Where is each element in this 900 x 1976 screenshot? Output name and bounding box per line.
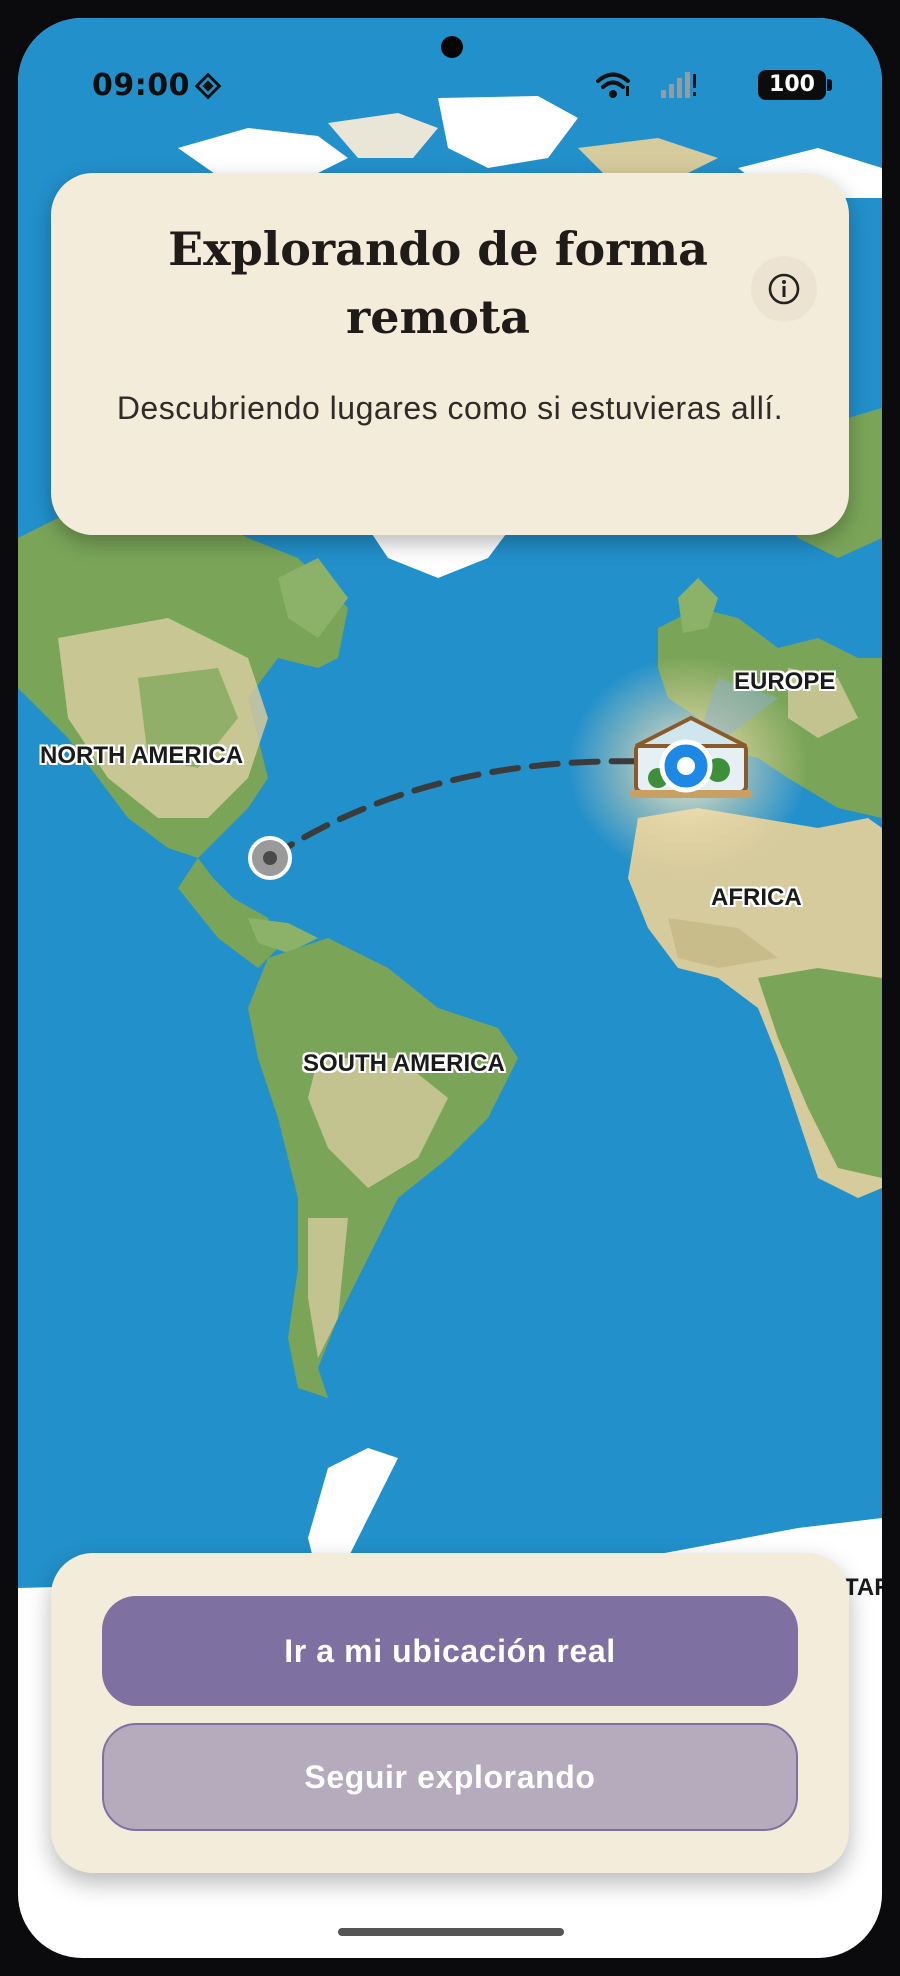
info-button[interactable] — [751, 256, 817, 322]
wifi-icon — [595, 70, 631, 104]
info-card-title: Explorando de forma remota — [168, 222, 708, 344]
device-frame: NORTH AMERICA EUROPE AFRICA SOUTH AMERIC… — [0, 0, 900, 1976]
origin-marker[interactable] — [248, 836, 292, 880]
battery-icon: 100 — [758, 70, 832, 100]
diamond-icon — [194, 72, 222, 104]
home-indicator[interactable] — [338, 1928, 564, 1936]
info-icon — [768, 273, 800, 305]
battery-level: 100 — [769, 72, 815, 97]
label-europe: EUROPE — [734, 668, 836, 695]
signal-icon — [659, 70, 699, 104]
front-camera — [441, 36, 463, 58]
keep-exploring-button[interactable]: Seguir explorando — [102, 1723, 798, 1831]
destination-marker[interactable] — [659, 739, 713, 793]
action-sheet: Ir a mi ubicación real Seguir explorando — [51, 1553, 849, 1873]
screen: NORTH AMERICA EUROPE AFRICA SOUTH AMERIC… — [18, 18, 882, 1958]
label-antarctica-partial: TAR — [844, 1574, 882, 1601]
label-africa: AFRICA — [711, 884, 802, 911]
status-bar: 09:00 100 — [18, 18, 882, 118]
label-south-america: SOUTH AMERICA — [303, 1050, 505, 1077]
info-card-subtitle: Descubriendo lugares como si estuvieras … — [116, 390, 784, 426]
label-north-america: NORTH AMERICA — [40, 742, 244, 769]
info-card: Explorando de forma remota Descubriendo … — [51, 173, 849, 535]
status-time: 09:00 — [92, 68, 190, 103]
go-to-real-location-button[interactable]: Ir a mi ubicación real — [102, 1596, 798, 1706]
